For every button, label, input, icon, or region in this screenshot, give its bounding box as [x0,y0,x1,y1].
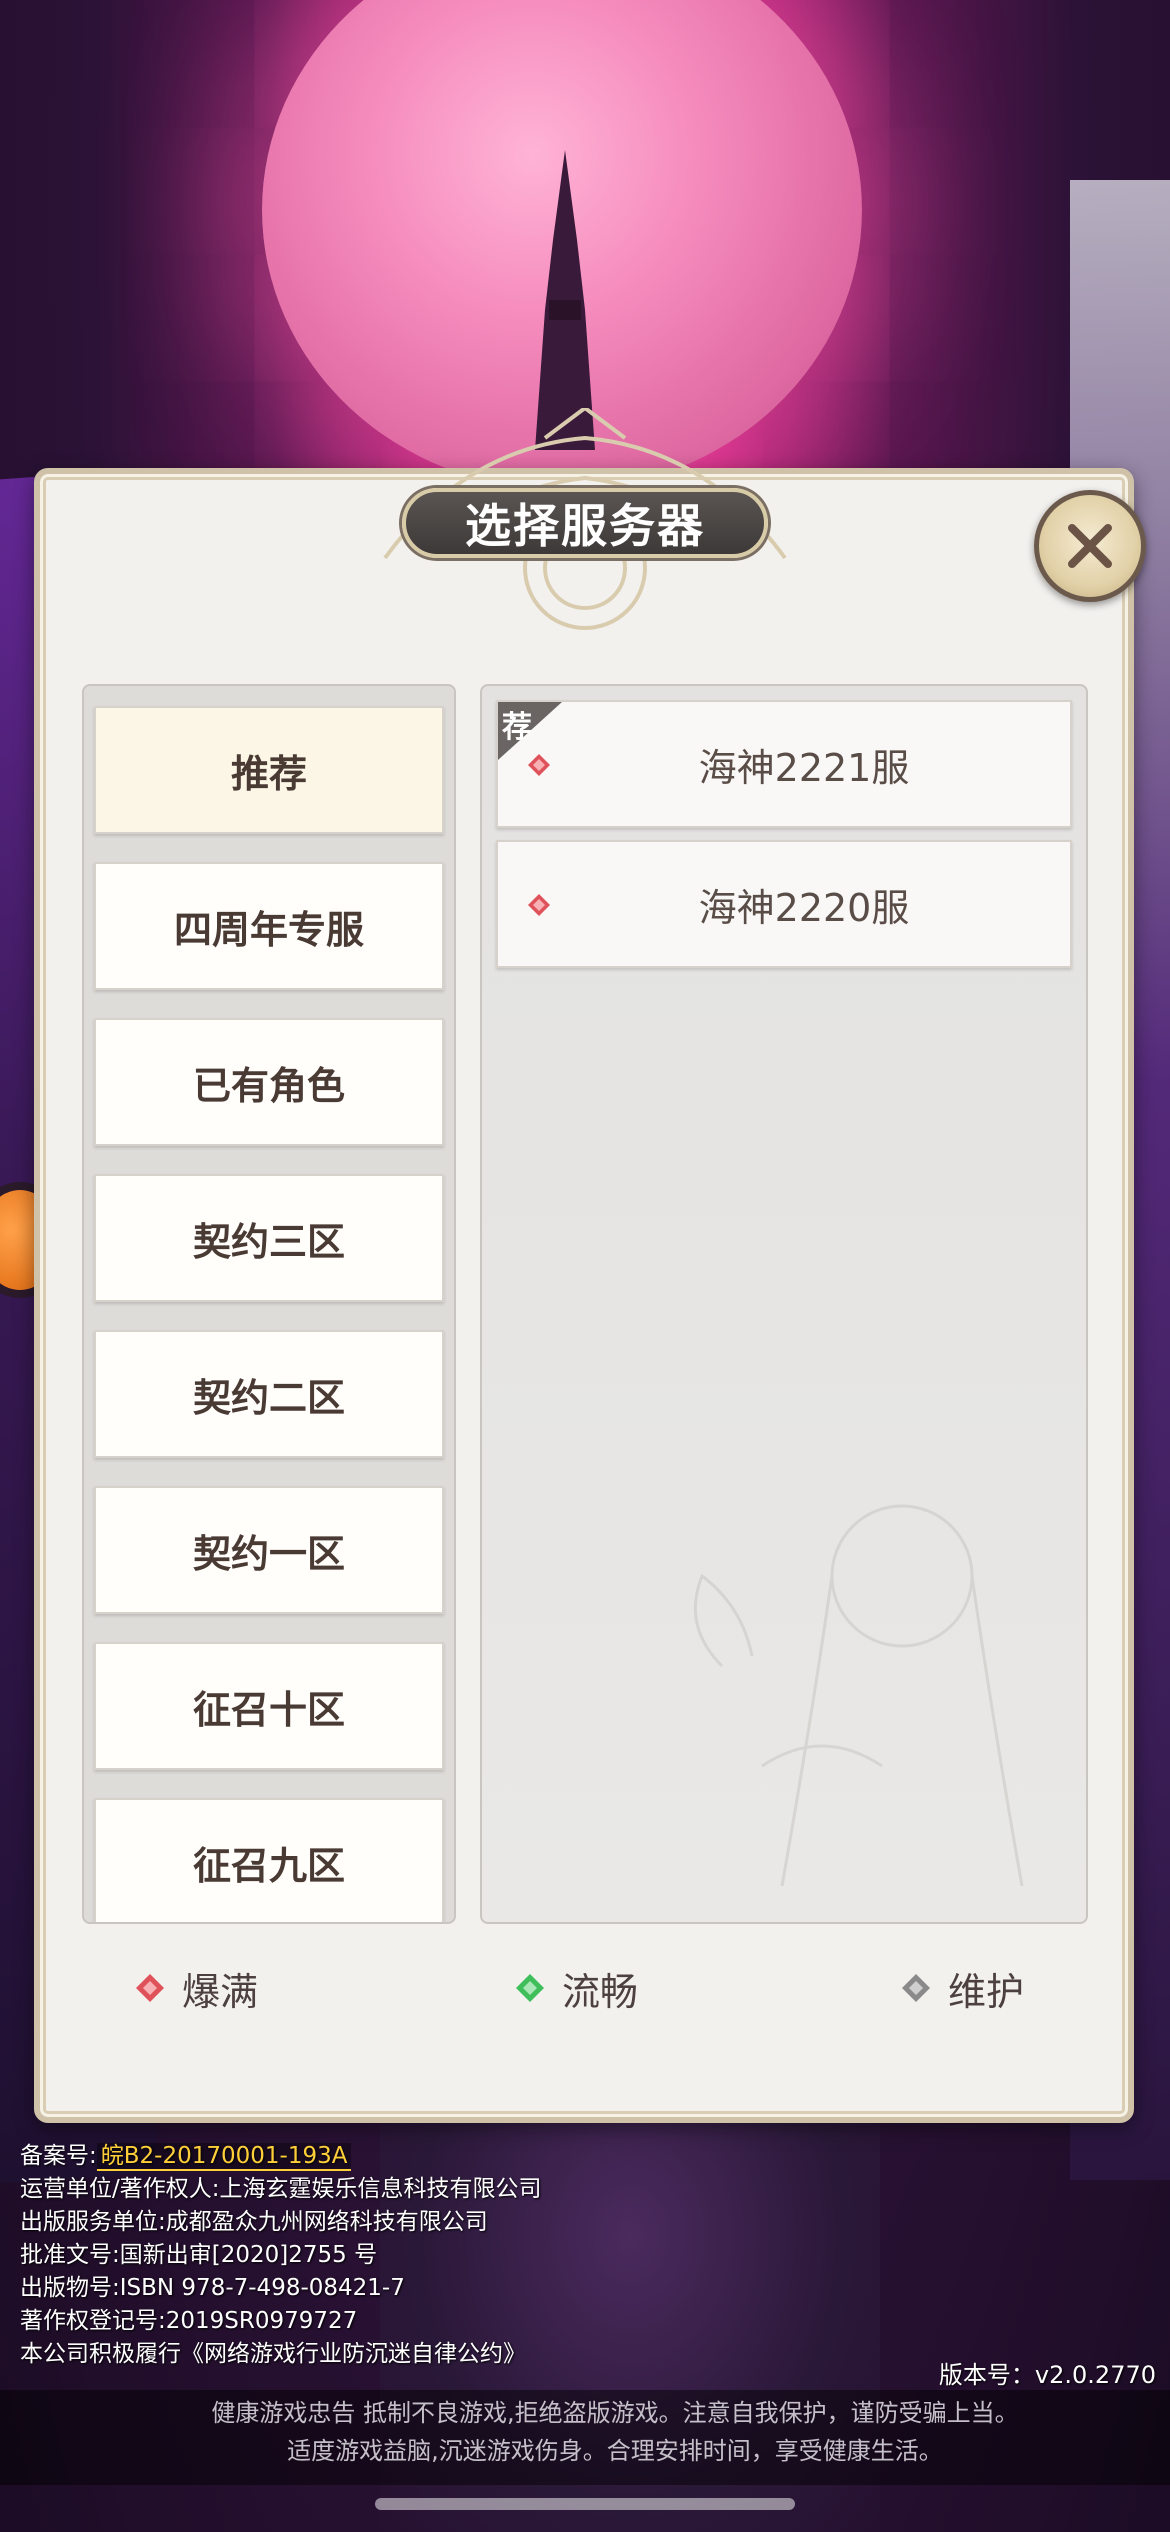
tab-label: 契约二区 [192,1374,345,1420]
legend-maintenance: 维护 [900,1960,1024,2016]
tab-existing-characters[interactable]: 已有角色 [94,1018,444,1146]
tab-label: 征召十区 [192,1686,345,1732]
server-category-list[interactable]: 推荐 四周年专服 已有角色 契约三区 契约二区 契约一区 征召十区 征召九区 [82,684,456,1924]
legend-smooth: 流畅 [514,1960,638,2016]
health-advisory: 健康游戏忠告 抵制不良游戏,拒绝盗版游戏。注意自我保护，谨防受骗上当。 适度游戏… [0,2394,1170,2470]
tab-label: 征召九区 [192,1842,345,1888]
legend-full-label: 爆满 [182,1969,259,2014]
dialog-title-plate: 选择服务器 [402,488,768,558]
tab-contract-zone-3[interactable]: 契约三区 [94,1174,444,1302]
tab-fourth-anniversary[interactable]: 四周年专服 [94,862,444,990]
tab-recruit-zone-10[interactable]: 征召十区 [94,1642,444,1770]
castle-spire-illustration [535,150,595,450]
health-advisory-line-2: 适度游戏益脑,沉迷游戏伤身。合理安排时间，享受健康生活。 [287,2437,943,2465]
tab-label: 契约三区 [192,1218,345,1264]
close-icon [1068,524,1112,568]
tab-label: 四周年专服 [173,906,364,952]
home-indicator[interactable] [375,2498,795,2510]
legal-info: 备案号: 皖B2-20170001-193A 运营单位/著作权人:上海玄霆娱乐信息… [20,2140,1160,2371]
server-item[interactable]: 海神2220服 [496,840,1072,968]
health-advisory-line-1: 健康游戏忠告 抵制不良游戏,拒绝盗版游戏。注意自我保护，谨防受骗上当。 [211,2399,1019,2427]
status-full-icon [136,1974,164,2002]
status-smooth-icon [516,1974,544,2002]
legend-smooth-label: 流畅 [562,1969,639,2014]
tab-contract-zone-1[interactable]: 契约一区 [94,1486,444,1614]
tab-recruit-zone-9[interactable]: 征召九区 [94,1798,444,1922]
publisher-line: 出版服务单位:成都盈众九州网络科技有限公司 [20,2209,488,2235]
tab-contract-zone-2[interactable]: 契约二区 [94,1330,444,1458]
version-label: 版本号：v2.0.2770 [938,2361,1156,2389]
server-list[interactable]: 荐 海神2221服 海神2220服 [480,684,1088,1924]
close-button[interactable] [1034,490,1146,602]
server-name: 海神2221服 [698,745,910,790]
character-watermark-illustration [693,1504,1024,1886]
isbn-line: 出版物号:ISBN 978-7-498-08421-7 [20,2275,405,2301]
icp-line: 备案号: 皖B2-20170001-193A [20,2140,1160,2173]
server-name: 海神2220服 [698,885,910,930]
icp-label: 备案号: [20,2143,97,2169]
legend-full: 爆满 [134,1960,258,2016]
approval-line: 批准文号:国新出审[2020]2755 号 [20,2242,378,2268]
copyright-line: 著作权登记号:2019SR0979727 [20,2308,358,2334]
tab-label: 推荐 [230,750,307,796]
legend-maintenance-label: 维护 [948,1969,1025,2014]
server-item[interactable]: 荐 海神2221服 [496,700,1072,828]
icp-number-link[interactable]: 皖B2-20170001-193A [96,2143,352,2171]
tab-recommended[interactable]: 推荐 [94,706,444,834]
status-maintenance-icon [902,1974,930,2002]
tab-label: 契约一区 [192,1530,345,1576]
operator-line: 运营单位/著作权人:上海玄霆娱乐信息科技有限公司 [20,2176,542,2202]
tab-label: 已有角色 [192,1062,345,1108]
dialog-title: 选择服务器 [465,499,705,553]
